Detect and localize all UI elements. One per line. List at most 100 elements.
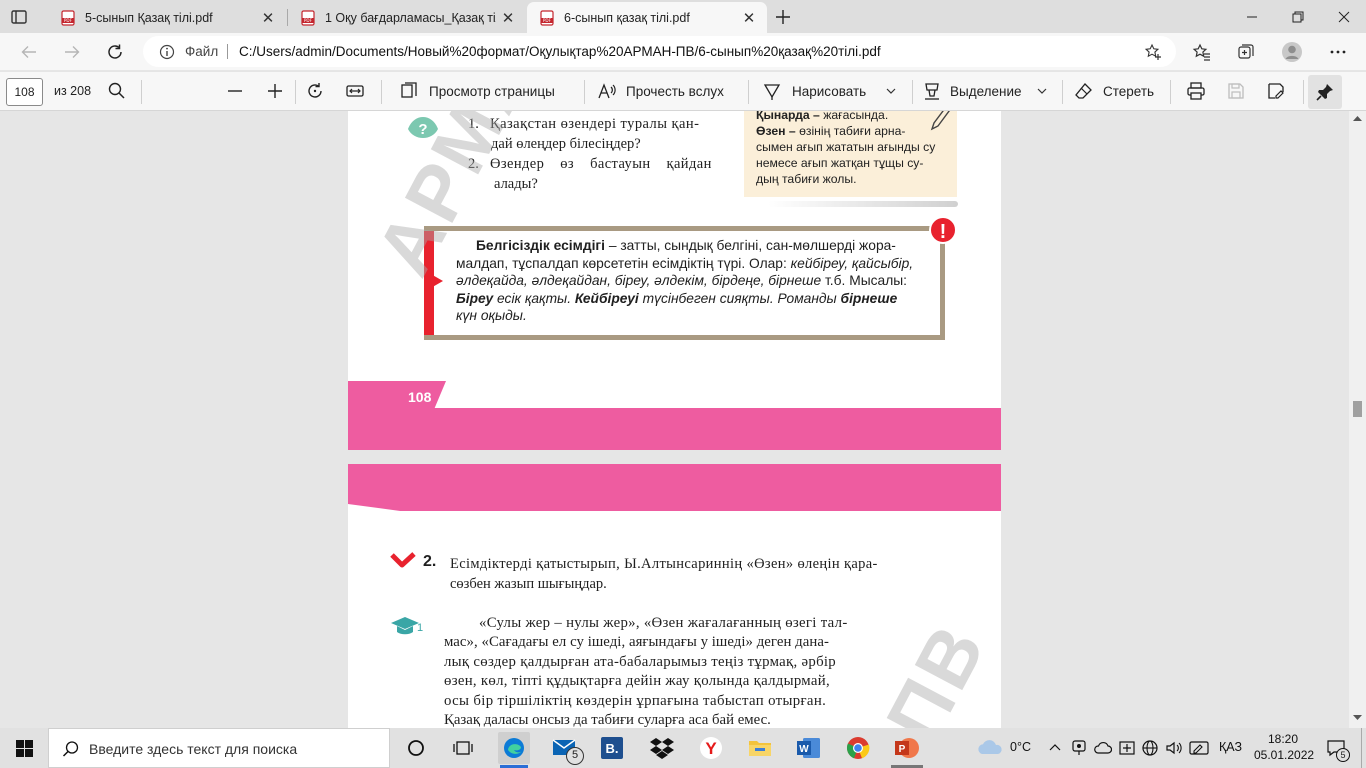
word-icon: W xyxy=(797,738,820,758)
taskbar-search[interactable]: Введите здесь текст для поиска xyxy=(48,728,390,768)
toolbar-separator xyxy=(584,80,585,104)
save-as-icon[interactable] xyxy=(1266,81,1286,101)
restore-button[interactable] xyxy=(1275,0,1321,33)
search-icon[interactable] xyxy=(107,81,127,101)
zoom-in-icon[interactable] xyxy=(265,81,285,101)
task-view-button[interactable] xyxy=(447,732,479,764)
toolbar-separator xyxy=(141,80,142,104)
clock[interactable]: 18:20 05.01.2022 xyxy=(1254,731,1315,763)
toolbar-separator xyxy=(748,80,749,104)
tab-title: 5-сынып Қазақ тілі.pdf xyxy=(85,10,213,25)
minimize-button[interactable] xyxy=(1229,0,1275,33)
page-view-label: Просмотр страницы xyxy=(429,84,555,99)
omnibox[interactable]: Файл C:/Users/admin/Documents/Новый%20фо… xyxy=(143,36,1176,67)
refresh-button[interactable] xyxy=(100,37,130,67)
rule-term: Белгісіздік есімдігі xyxy=(476,238,606,253)
taskbar-bitrix[interactable]: B. xyxy=(596,732,628,764)
pdf-viewport[interactable]: ? 1. Қазақстан өзендері туралы қан- дай ө… xyxy=(0,111,1349,728)
glossary-note: Қынарда – жағасында. Өзен – өзінің табиғ… xyxy=(744,111,957,197)
toolbar-separator xyxy=(295,80,296,104)
highlight-button[interactable]: Выделение xyxy=(918,72,1058,112)
pen-workspace-icon[interactable] xyxy=(1189,739,1209,757)
zoom-out-icon[interactable] xyxy=(225,81,245,101)
show-desktop-button[interactable] xyxy=(1361,728,1366,768)
save-icon[interactable] xyxy=(1226,81,1246,101)
chevron-up-icon[interactable] xyxy=(1048,742,1062,752)
taskbar-powerpoint[interactable]: P xyxy=(891,732,923,764)
tab-6-class-pdf[interactable]: PDF 6-сынып қазақ тілі.pdf ✕ xyxy=(527,2,767,33)
svg-text:P: P xyxy=(899,744,906,755)
vertical-scrollbar[interactable] xyxy=(1349,111,1366,728)
text-line: «Сулы жер – нулы жер», «Өзен жағалағанны… xyxy=(479,615,848,631)
read-aloud-button[interactable]: Прочесть вслух xyxy=(593,72,738,112)
scroll-up-icon[interactable] xyxy=(1353,115,1362,121)
forward-button[interactable] xyxy=(57,37,87,67)
favorites-button[interactable] xyxy=(1187,37,1217,67)
pin-toolbar-button[interactable] xyxy=(1308,75,1342,109)
taskbar-edge[interactable] xyxy=(498,732,530,764)
close-tab-icon[interactable]: ✕ xyxy=(737,6,761,30)
close-tab-icon[interactable]: ✕ xyxy=(256,6,280,30)
glossary-text: өзінің табиғи арна- xyxy=(795,124,906,138)
webcam-icon[interactable] xyxy=(1071,739,1087,757)
draw-pen-icon xyxy=(763,84,781,100)
page-header-band xyxy=(348,464,1001,511)
clock-time: 18:20 xyxy=(1267,732,1299,746)
taskbar-dropbox[interactable] xyxy=(646,732,678,764)
profile-button[interactable] xyxy=(1277,37,1307,67)
taskbar-chrome[interactable] xyxy=(842,732,874,764)
temperature[interactable]: 0°C xyxy=(1010,740,1031,754)
highlighter-icon xyxy=(925,83,939,100)
clock-date: 05.01.2022 xyxy=(1254,748,1315,762)
taskbar-word[interactable]: W xyxy=(793,732,825,764)
pdf-file-icon: PDF xyxy=(61,9,75,26)
toolbar-separator xyxy=(912,80,913,104)
rule-example-bold: Кейбіреуі xyxy=(574,290,639,306)
url-text[interactable]: C:/Users/admin/Documents/Новый%20формат/… xyxy=(239,44,881,59)
start-button[interactable] xyxy=(0,728,48,768)
svg-text:B.: B. xyxy=(606,741,619,756)
close-tab-icon[interactable]: ✕ xyxy=(496,6,520,30)
text-line: лық сөздер қалдырған ата-бабаларымыз тең… xyxy=(444,653,837,670)
onedrive-icon[interactable] xyxy=(1094,740,1112,756)
arrow-left-icon xyxy=(21,46,36,58)
scroll-down-icon[interactable] xyxy=(1353,715,1362,721)
new-tab-button[interactable] xyxy=(770,4,796,30)
page-view-button[interactable]: Просмотр страницы xyxy=(395,72,570,112)
notification-count: 5 xyxy=(1336,748,1350,762)
input-language[interactable]: ҚАЗ xyxy=(1219,740,1242,754)
page-total: из 208 xyxy=(54,84,92,98)
print-icon[interactable] xyxy=(1186,81,1206,101)
page-number-input[interactable]: 108 xyxy=(6,78,43,106)
page-footer-band xyxy=(348,408,1001,450)
network-icon[interactable] xyxy=(1141,739,1159,757)
rotate-icon[interactable] xyxy=(305,81,325,101)
pdf-page-108: ? 1. Қазақстан өзендері туралы қан- дай ө… xyxy=(348,111,1001,450)
settings-more-button[interactable] xyxy=(1323,37,1353,67)
more-icon xyxy=(1330,50,1346,54)
volume-icon[interactable] xyxy=(1165,739,1183,757)
back-button[interactable] xyxy=(14,37,44,67)
taskbar-explorer[interactable] xyxy=(744,732,776,764)
tab-5-class-pdf[interactable]: PDF 5-сынып Қазақ тілі.pdf ✕ xyxy=(48,2,286,33)
avatar xyxy=(1282,42,1302,62)
weather-icon[interactable] xyxy=(976,738,1004,758)
fit-width-icon[interactable] xyxy=(345,81,365,101)
draw-button[interactable]: Нарисовать xyxy=(758,72,908,112)
tab-actions-icon[interactable] xyxy=(8,6,30,28)
glossary-shadow xyxy=(768,201,958,207)
rule-example: түсінбеген сияқты. Романды xyxy=(638,290,841,306)
info-icon[interactable] xyxy=(159,44,175,60)
add-favorite-icon[interactable] xyxy=(1144,43,1162,61)
security-icon[interactable] xyxy=(1118,739,1136,757)
scrollbar-thumb[interactable] xyxy=(1353,401,1362,417)
close-window-button[interactable] xyxy=(1321,0,1366,33)
collections-button[interactable] xyxy=(1231,37,1261,67)
chevron-down-icon[interactable] xyxy=(1036,85,1048,97)
taskbar-yandex[interactable]: Y xyxy=(695,732,727,764)
erase-button[interactable]: Стереть xyxy=(1068,72,1168,112)
cortana-button[interactable] xyxy=(400,732,432,764)
chevron-down-icon[interactable] xyxy=(885,85,897,97)
text-line: мас», «Сағадағы ел су ішеді, аяғындағы у… xyxy=(444,634,829,651)
tab-program-pdf[interactable]: PDF 1 Оқу бағдарламасы_Қазақ тілі 5 ✕ xyxy=(288,2,526,33)
